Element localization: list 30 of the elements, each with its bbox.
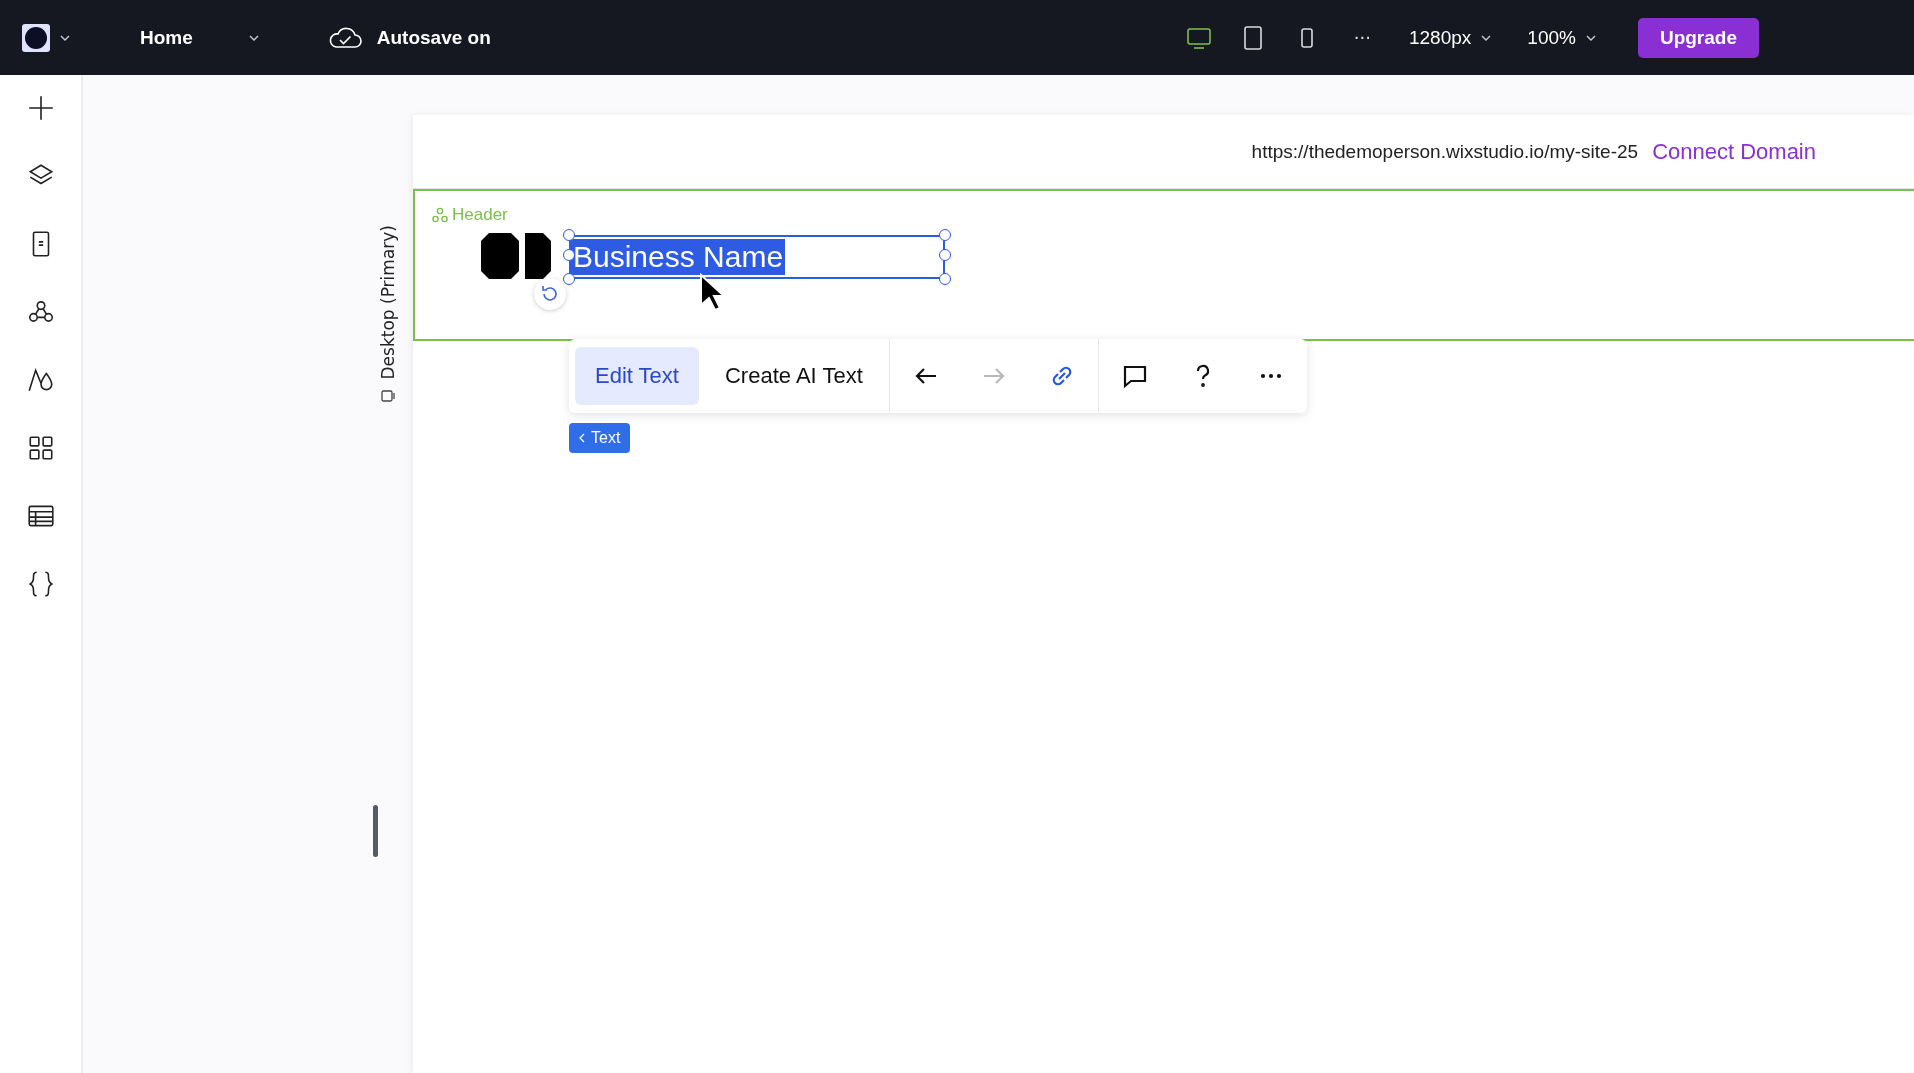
- logo-icon[interactable]: [22, 23, 50, 52]
- selection-handle[interactable]: [939, 273, 951, 285]
- more-options[interactable]: ···: [1353, 27, 1371, 48]
- width-dropdown[interactable]: 1280px: [1408, 26, 1492, 49]
- chevron-icon[interactable]: [60, 34, 70, 41]
- header-label: Header: [452, 205, 508, 225]
- selection-handle[interactable]: [939, 229, 951, 241]
- business-name-text[interactable]: Business Name: [571, 239, 786, 275]
- selection-handle[interactable]: [563, 229, 575, 241]
- selection-handle[interactable]: [563, 249, 575, 261]
- zoom-dropdown[interactable]: 100%: [1527, 26, 1596, 49]
- parent-breadcrumb[interactable]: Text: [569, 423, 631, 453]
- text-element[interactable]: Business Name: [569, 235, 945, 279]
- site-url: https://thedemoperson.wixstudio.io/my-site-25: [1251, 140, 1639, 163]
- breakpoint-label[interactable]: Desktop (Primary): [378, 225, 398, 380]
- chevron-icon[interactable]: [1585, 34, 1596, 41]
- site-logo-icon[interactable]: [481, 233, 551, 279]
- page-dropdown[interactable]: Home: [140, 26, 259, 49]
- connect-domain-link[interactable]: Connect Domain: [1652, 138, 1816, 165]
- create-ai-text-button[interactable]: Create AI Text: [705, 347, 883, 405]
- chevron-icon[interactable]: [248, 34, 259, 41]
- selection-handle[interactable]: [563, 273, 575, 285]
- components-icon: [431, 206, 449, 224]
- autosave-status: Autosave on: [376, 26, 491, 49]
- resize-handle[interactable]: [373, 805, 378, 857]
- edit-text-button[interactable]: Edit Text: [575, 347, 699, 405]
- chevron-icon[interactable]: [1481, 34, 1492, 41]
- desktop-icon: [381, 389, 395, 404]
- selection-handle[interactable]: [939, 249, 951, 261]
- upgrade-button[interactable]: Upgrade: [1637, 17, 1759, 58]
